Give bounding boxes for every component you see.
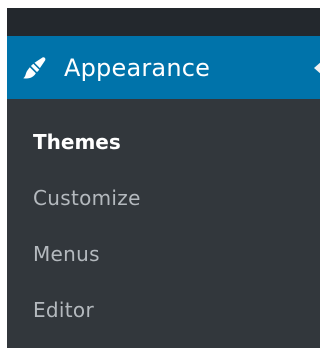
submenu-item-customize[interactable]: Customize <box>33 188 141 208</box>
paintbrush-icon <box>21 54 49 82</box>
menu-top-strip <box>7 8 320 36</box>
admin-sidebar-menu: Appearance Themes Customize Menus Editor <box>7 8 320 348</box>
submenu-item-themes[interactable]: Themes <box>33 132 121 152</box>
submenu-item-editor[interactable]: Editor <box>33 300 94 320</box>
menu-item-appearance[interactable]: Appearance <box>7 36 320 99</box>
screenshot-frame: Appearance Themes Customize Menus Editor <box>0 0 320 356</box>
submenu-item-menus[interactable]: Menus <box>33 244 100 264</box>
menu-item-label: Appearance <box>64 53 211 82</box>
current-menu-pointer <box>314 60 320 75</box>
appearance-submenu: Themes Customize Menus Editor <box>7 99 320 348</box>
